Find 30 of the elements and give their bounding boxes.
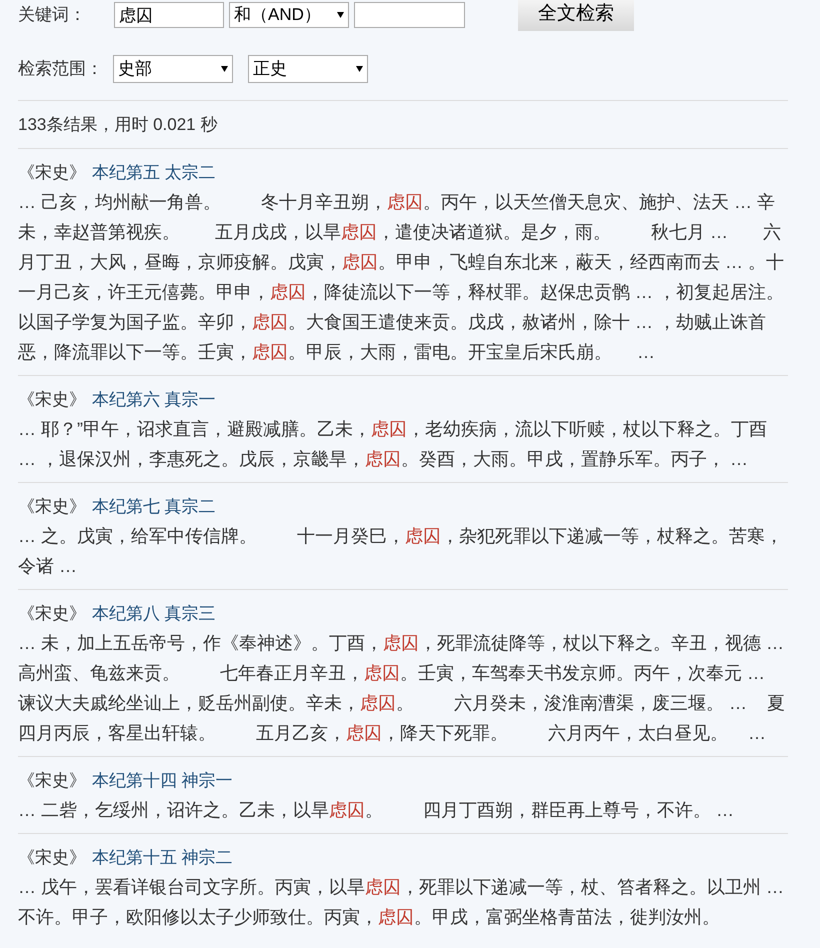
chapter-link[interactable]: 本纪第五 太宗二 [92,159,216,187]
dropdown-arrow-icon [356,66,363,72]
category-select[interactable]: 史部 [113,55,233,83]
book-title-link[interactable]: 《宋史》 [18,493,86,521]
result-snippet: … 之。戊寅，给军中传信牌。 十一月癸巳，虑囚，杂犯死罪以下递减一等，杖释之。苦寒，令诸 … [18,525,784,578]
result-snippet: … 未，加上五岳帝号，作《奉神述》。丁酉，虑囚，死罪流徒降等，杖以下释之。辛丑，视德 … 高州蛮、龟兹来贡。 七年春正月辛丑，虑囚。壬寅，车驾奉天书发京师。丙午，次奉元 … 谏议大夫戚纶坐讪上，贬岳州副使。辛未，虑囚。 六月癸未，浚淮南漕渠，废三堰。 … 夏四月丙辰，客星出轩辕。 五月乙亥，虑囚，降天下死罪。 六月丙午，太白昼见。 … [18,632,786,745]
result-snippet: … 耶？”甲午，诏求直言，避殿减膳。乙未，虑囚，老幼疾病，流以下听赎，杖以下释之。丁酉 … ，退保汉州，李惠死之。戊辰，京畿旱，虑囚。癸酉，大雨。甲戌，置静乐军。丙子， … [18,418,768,471]
dropdown-arrow-icon [221,66,228,72]
second-keyword-field[interactable] [354,2,465,28]
keyword-label: 关键词： [18,4,87,26]
operator-select[interactable]: 和（AND） [229,2,349,28]
book-title-link[interactable]: 《宋史》 [18,600,86,628]
book-title-link[interactable]: 《宋史》 [18,386,86,414]
chapter-link[interactable]: 本纪第十五 神宗二 [92,844,233,872]
book-title-link[interactable]: 《宋史》 [18,844,86,872]
book-title-link[interactable]: 《宋史》 [18,159,86,187]
scope-label: 检索范围： [18,58,104,80]
subcategory-select[interactable]: 正史 [248,55,368,83]
chapter-link[interactable]: 本纪第六 真宗一 [92,386,216,414]
search-button[interactable]: 全文检索 [518,0,634,31]
result-summary: 133条结果，用时 0.021 秒 [18,114,218,136]
result-snippet: … 二砦，乞绥州，诏许之。乙未，以旱虑囚。 四月丁酉朔，群臣再上尊号，不许。 … [18,799,736,822]
chapter-link[interactable]: 本纪第八 真宗三 [92,600,216,628]
dropdown-arrow-icon [337,12,344,18]
chapter-link[interactable]: 本纪第十四 神宗一 [92,767,233,795]
keyword-field[interactable]: 虑囚 [114,2,224,28]
result-snippet: … 己亥，均州献一角兽。 冬十月辛丑朔，虑囚。丙午，以天竺僧天息灾、施护、法天 … 辛未，幸赵普第视疾。 五月戊戌，以旱虑囚，遣使决诸道狱。是夕，雨。 秋七月 … 六月丁丑，大风，昼晦，京师疫解。戊寅，虑囚。甲申，飞蝗自东北来，蔽天，经西南而去 … 。十一月己亥，许王元僖薨。甲申，虑囚，降徒流以下一等，释杖罪。赵保忠贡鹘 … ，初复起居注。以国子学复为国子监。辛卯，虑囚。大食国王遣使来贡。戊戌，赦诸州，除十 … ，劫贼止诛首恶，降流罪以下一等。壬寅，虑囚。甲辰，大雨，雷电。开宝皇后宋氏崩。 … [18,191,786,364]
chapter-link[interactable]: 本纪第七 真宗二 [92,493,216,521]
book-title-link[interactable]: 《宋史》 [18,767,86,795]
result-snippet: … 戊午，罢看详银台司文字所。丙寅，以旱虑囚，死罪以下递减一等，杖、笞者释之。以卫州 … 不许。甲子，欧阳修以太子少师致仕。丙寅，虑囚。甲戌，富弼坐格青苗法，徙判汝州。 [18,876,786,929]
